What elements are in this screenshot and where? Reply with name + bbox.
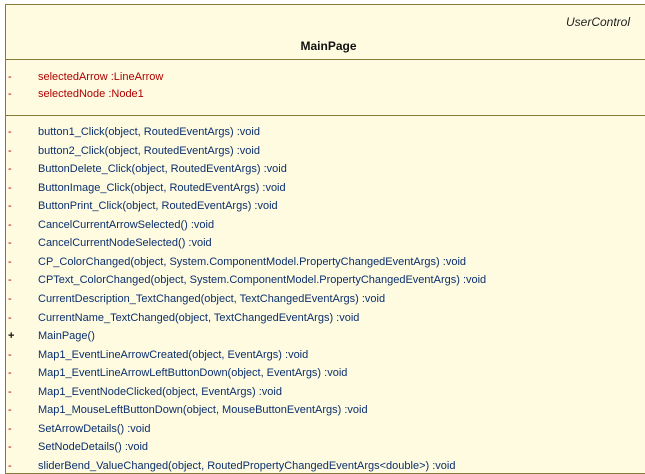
method-signature: CancelCurrentNodeSelected() :void bbox=[38, 237, 212, 250]
visibility-marker: + bbox=[8, 330, 15, 343]
visibility-marker: - bbox=[8, 71, 12, 83]
method-signature: ButtonImage_Click(object, RoutedEventArg… bbox=[38, 181, 286, 194]
attributes-compartment: - selectedArrow :LineArrow - selectedNod… bbox=[6, 60, 645, 116]
method-signature: Map1_EventLineArrowLeftButtonDown(object… bbox=[38, 367, 348, 380]
method-signature: Map1_EventNodeClicked(object, EventArgs)… bbox=[38, 385, 282, 398]
visibility-marker: - bbox=[8, 88, 12, 100]
visibility-marker: - bbox=[8, 385, 12, 398]
method-signature: CPText_ColorChanged(object, System.Compo… bbox=[38, 274, 487, 287]
method-signature: SetNodeDetails() :void bbox=[38, 441, 149, 454]
method-signature: SetArrowDetails() :void bbox=[38, 422, 151, 435]
visibility-marker: - bbox=[8, 163, 12, 176]
method-signature: Map1_EventLineArrowCreated(object, Event… bbox=[38, 348, 309, 361]
visibility-marker: - bbox=[8, 200, 12, 213]
method-signature: CurrentName_TextChanged(object, TextChan… bbox=[38, 311, 360, 324]
method-signature: button2_Click(object, RoutedEventArgs) :… bbox=[38, 144, 260, 157]
method-signature: CurrentDescription_TextChanged(object, T… bbox=[38, 293, 386, 305]
visibility-marker: - bbox=[8, 293, 12, 305]
visibility-marker: - bbox=[8, 144, 12, 157]
method-signature: MainPage() bbox=[38, 330, 95, 343]
method-signature: ButtonPrint_Click(object, RoutedEventArg… bbox=[38, 200, 278, 213]
visibility-marker: - bbox=[8, 348, 12, 361]
uml-class-box: UserControl MainPage - selectedArrow :Li… bbox=[5, 4, 645, 474]
visibility-marker: - bbox=[8, 237, 12, 250]
visibility-marker: - bbox=[8, 404, 12, 417]
class-header: UserControl MainPage bbox=[6, 5, 645, 60]
visibility-marker: - bbox=[8, 367, 12, 380]
method-signature: CP_ColorChanged(object, System.Component… bbox=[38, 255, 467, 268]
visibility-marker: - bbox=[8, 181, 12, 194]
method-signature: ButtonDelete_Click(object, RoutedEventAr… bbox=[38, 163, 287, 176]
visibility-marker: - bbox=[8, 311, 12, 324]
attribute-signature: selectedArrow :LineArrow bbox=[38, 71, 164, 83]
visibility-marker: - bbox=[8, 422, 12, 435]
visibility-marker: - bbox=[8, 274, 12, 287]
attribute-signature: selectedNode :Node1 bbox=[38, 88, 144, 100]
method-signature: CancelCurrentArrowSelected() :void bbox=[38, 218, 215, 231]
visibility-marker: - bbox=[8, 255, 12, 268]
method-signature: button1_Click(object, RoutedEventArgs) :… bbox=[38, 126, 260, 138]
visibility-marker: - bbox=[8, 441, 12, 454]
visibility-marker: - bbox=[8, 126, 12, 138]
visibility-marker: - bbox=[8, 218, 12, 231]
class-name: MainPage bbox=[300, 39, 357, 53]
method-signature: Map1_MouseLeftButtonDown(object, MouseBu… bbox=[38, 404, 368, 417]
class-stereotype: UserControl bbox=[566, 15, 631, 29]
